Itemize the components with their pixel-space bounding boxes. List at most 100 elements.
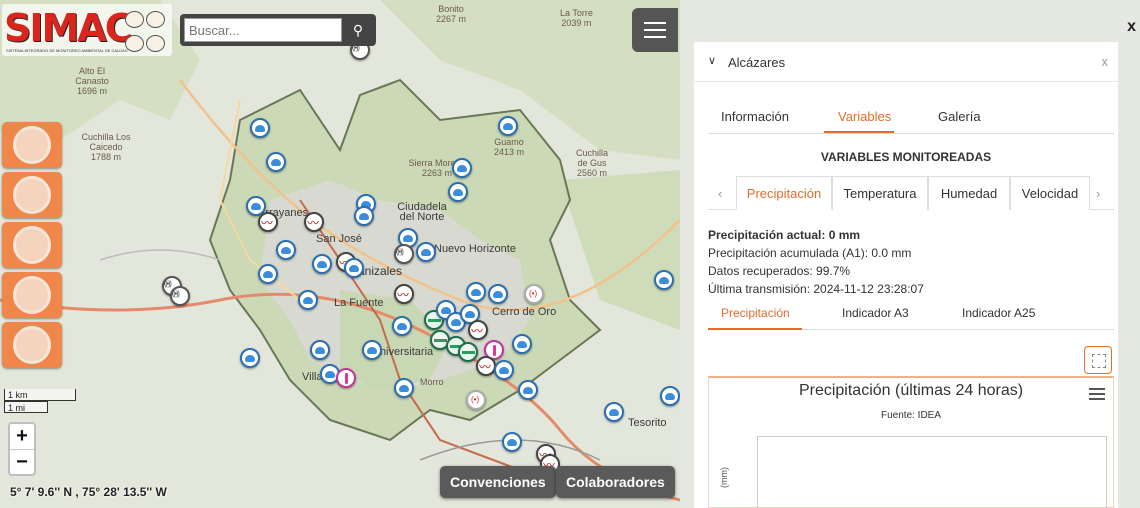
coordinates-readout: 5° 7' 9.6'' N , 75° 28' 13.5'' W (10, 485, 167, 499)
main-tabs: Información Variables Galería (708, 102, 1114, 134)
landslide-icon (13, 276, 51, 314)
rain-station-marker[interactable] (660, 386, 680, 406)
variable-tabs: ‹ Precipitación Temperatura Humedad Velo… (708, 176, 1114, 210)
logo-icons (124, 10, 168, 52)
zoom-control: + − (8, 422, 36, 476)
rain-station-marker[interactable] (512, 334, 532, 354)
panel-close-button[interactable]: x (1127, 18, 1136, 36)
rain-station-marker[interactable] (310, 340, 330, 360)
house-layer-button[interactable] (2, 172, 62, 218)
station-marker[interactable] (524, 284, 544, 304)
tab-galeria[interactable]: Galería (938, 109, 981, 124)
tab-indicador-a25[interactable]: Indicador A25 (962, 306, 1035, 320)
rain-station-marker[interactable] (488, 284, 508, 304)
menu-toggle-button[interactable] (632, 8, 678, 52)
layer-buttons (2, 122, 62, 372)
temperature-station-marker[interactable] (336, 368, 356, 388)
seismic-station-marker[interactable] (476, 356, 496, 376)
place-label: La Torre 2039 m (560, 8, 593, 28)
rain-station-marker[interactable] (466, 282, 486, 302)
hydro-layer-button[interactable] (2, 222, 62, 268)
chart-menu-icon[interactable] (1089, 388, 1105, 403)
rain-station-marker[interactable] (452, 158, 472, 178)
place-label: Cuchilla Los Caicedo 1788 m (81, 132, 131, 162)
rain-station-marker[interactable] (276, 240, 296, 260)
station-marker[interactable] (466, 390, 486, 410)
quality-station-marker[interactable] (458, 342, 478, 362)
seismic-station-marker[interactable] (394, 284, 414, 304)
station-card: ∨ Alcázares x Información Variables Gale… (694, 42, 1118, 508)
river-icon (13, 226, 51, 264)
chevron-down-icon[interactable]: ∨ (708, 54, 716, 67)
rain-station-marker[interactable] (604, 402, 624, 422)
place-label: Cerro de Oro (492, 306, 557, 318)
chevron-left-icon[interactable]: ‹ (718, 186, 722, 201)
scale-km: 1 km (4, 389, 76, 401)
rain-station-marker[interactable] (362, 340, 382, 360)
rain-station-marker[interactable] (498, 116, 518, 136)
chevron-right-icon[interactable]: › (1096, 186, 1100, 201)
seismic-station-marker[interactable] (304, 212, 324, 232)
station-marker[interactable] (170, 286, 190, 306)
rain-station-marker[interactable] (354, 206, 374, 226)
collaborators-button[interactable]: Colaboradores (556, 466, 675, 498)
place-label: Ciudadela del Norte (397, 201, 447, 223)
rain-station-marker[interactable] (502, 432, 522, 452)
landslide-layer-button[interactable] (2, 272, 62, 318)
accumulated-precipitation: Precipitación acumulada (A1): 0.0 mm (708, 246, 912, 260)
rain-station-marker[interactable] (392, 316, 412, 336)
tab-sub-precipitacion[interactable]: Precipitación (721, 306, 790, 320)
current-precipitation: Precipitación actual: 0 mm (708, 228, 861, 242)
conventions-button[interactable]: Convenciones (440, 466, 556, 498)
scale-mi: 1 mi (4, 401, 48, 413)
place-label: Bonito 2267 m (436, 4, 467, 24)
rain-station-marker[interactable] (240, 348, 260, 368)
rain-station-marker[interactable] (312, 254, 332, 274)
zoom-in-button[interactable]: + (10, 424, 34, 449)
rain-station-marker[interactable] (394, 378, 414, 398)
zoom-out-button[interactable]: − (10, 449, 34, 474)
rain-station-marker[interactable] (654, 270, 674, 290)
tab-humedad[interactable]: Humedad (928, 176, 1010, 210)
rain-station-marker[interactable] (266, 152, 286, 172)
seismic-station-marker[interactable] (258, 212, 278, 232)
logo-text: SIMAC (4, 6, 133, 50)
tab-temperatura[interactable]: Temperatura (832, 176, 928, 210)
rain-station-marker[interactable] (344, 258, 364, 278)
precipitation-chart: Precipitación (últimas 24 horas) Fuente:… (708, 376, 1114, 508)
place-label: Guamo 2413 m (493, 137, 525, 157)
rain-station-marker[interactable] (250, 118, 270, 138)
seismic-station-marker[interactable] (468, 320, 488, 340)
place-label: Cuchilla de Gus 2560 m (575, 148, 608, 178)
place-label: Morro (420, 377, 444, 387)
rain-station-marker[interactable] (416, 242, 436, 262)
last-transmission: Última transmisión: 2024-11-12 23:28:07 (708, 282, 924, 296)
weather-layer-button[interactable] (2, 122, 62, 168)
place-label: La Fuente (334, 297, 384, 309)
rain-station-marker[interactable] (494, 360, 514, 380)
chart-source: Fuente: IDEA (880, 410, 942, 421)
rain-station-marker[interactable] (298, 290, 318, 310)
search-input[interactable] (184, 18, 342, 42)
station-title: Alcázares (728, 55, 786, 70)
rain-station-marker[interactable] (258, 264, 278, 284)
tab-variables[interactable]: Variables (838, 109, 891, 124)
tab-indicador-a3[interactable]: Indicador A3 (842, 306, 909, 320)
search-icon[interactable]: ⚲ (348, 20, 368, 40)
all-layers-button[interactable] (2, 322, 62, 368)
station-panel: x ∨ Alcázares x Información Variables Ga… (680, 0, 1140, 508)
active-subtab-indicator (708, 328, 802, 330)
card-header[interactable]: ∨ Alcázares x (694, 42, 1118, 82)
card-close-button[interactable]: x (1102, 54, 1109, 69)
tab-informacion[interactable]: Información (721, 109, 789, 124)
station-marker[interactable] (394, 244, 414, 264)
rain-station-marker[interactable] (448, 182, 468, 202)
tab-velocidad[interactable]: Velocidad (1010, 176, 1090, 210)
place-label: Tesorito (628, 417, 667, 429)
place-label: San José (316, 233, 362, 245)
tab-precipitacion[interactable]: Precipitación (736, 176, 832, 210)
search-bar: ⚲ (180, 14, 376, 46)
fullscreen-icon[interactable] (1084, 346, 1112, 374)
map-view[interactable]: Bonito 2267 m La Torre 2039 m Alto El Cana… (0, 0, 680, 508)
rain-station-marker[interactable] (518, 380, 538, 400)
